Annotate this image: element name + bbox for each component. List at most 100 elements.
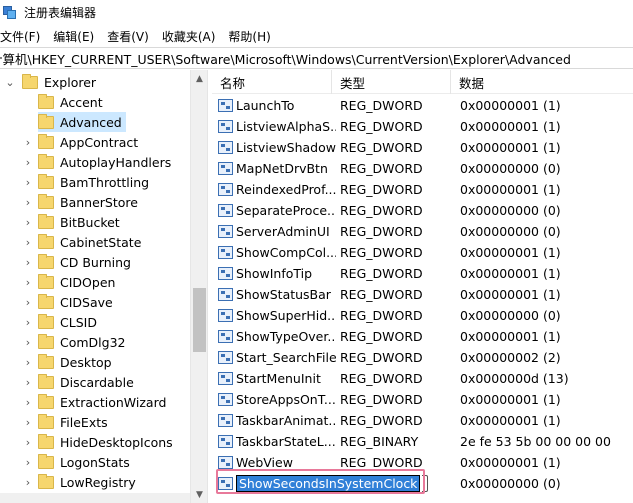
values-list[interactable]: 名称 类型 数据 LaunchTo REG_DWORD 0x00000001 (1)… [212, 70, 633, 503]
tree-item-label: BannerStore [60, 194, 138, 210]
tree-item-appcontract[interactable]: › AppContract [22, 132, 206, 152]
column-header-data[interactable]: 数据 [451, 70, 633, 94]
tree-item-lowregistry[interactable]: › LowRegistry [22, 472, 206, 492]
column-header-type[interactable]: 类型 [332, 70, 451, 94]
chevron-right-icon[interactable]: › [22, 276, 34, 289]
chevron-right-icon[interactable]: › [22, 196, 34, 209]
value-name-cell[interactable]: ShowCompCol... [218, 242, 336, 263]
list-row[interactable]: StartMenuInit REG_DWORD 0x0000000d (13) [212, 368, 633, 389]
value-type-cell: REG_DWORD [340, 161, 423, 176]
list-row[interactable]: ListviewShadow REG_DWORD 0x00000001 (1) [212, 137, 633, 158]
value-name-cell[interactable]: TaskbarStateL... [218, 431, 336, 452]
dword-value-icon [218, 393, 233, 406]
tree-item-accent[interactable]: Accent [22, 92, 206, 112]
tree-item-cidopen[interactable]: › CIDOpen [22, 272, 206, 292]
value-name-cell[interactable]: ListviewAlphaS... [218, 116, 336, 137]
tree-item-hidedesktopicons[interactable]: › HideDesktopIcons [22, 432, 206, 452]
list-row[interactable]: SeparateProce... REG_DWORD 0x00000000 (0) [212, 200, 633, 221]
tree-item-advanced[interactable]: Advanced [22, 112, 206, 132]
list-row[interactable]: MapNetDrvBtn REG_DWORD 0x00000000 (0) [212, 158, 633, 179]
list-row[interactable]: ShowTypeOver... REG_DWORD 0x00000001 (1) [212, 326, 633, 347]
address-bar[interactable]: 计算机\HKEY_CURRENT_USER\Software\Microsoft… [0, 47, 633, 69]
value-name-cell[interactable]: Start_SearchFiles [218, 347, 336, 368]
chevron-right-icon[interactable]: › [22, 136, 34, 149]
list-row[interactable]: ServerAdminUI REG_DWORD 0x00000000 (0) [212, 221, 633, 242]
value-name-cell[interactable]: ShowSuperHid... [218, 305, 336, 326]
tree-item-comdlg32[interactable]: › ComDlg32 [22, 332, 206, 352]
column-header-name[interactable]: 名称 [212, 70, 332, 94]
value-type-cell: REG_DWORD [340, 287, 423, 302]
tree-item-label: Accent [60, 94, 103, 110]
list-row[interactable]: LaunchTo REG_DWORD 0x00000001 (1) [212, 95, 633, 116]
tree-scrollbar[interactable]: ▲ ▼ [190, 70, 207, 503]
chevron-right-icon[interactable]: › [22, 416, 34, 429]
list-row[interactable]: Start_SearchFiles REG_DWORD 0x00000002 (2) [212, 347, 633, 368]
tree-item-clsid[interactable]: › CLSID [22, 312, 206, 332]
tree-item-logonstats[interactable]: › LogonStats [22, 452, 206, 472]
list-row[interactable]: TaskbarAnimat... REG_DWORD 0x00000001 (1) [212, 410, 633, 431]
value-name-cell[interactable]: LaunchTo [218, 95, 336, 116]
list-row[interactable]: ShowCompCol... REG_DWORD 0x00000001 (1) [212, 242, 633, 263]
list-row[interactable]: ShowSuperHid... REG_DWORD 0x00000000 (0) [212, 305, 633, 326]
value-name-cell[interactable]: TaskbarAnimat... [218, 410, 336, 431]
value-name-cell[interactable]: ListviewShadow [218, 137, 336, 158]
chevron-right-icon[interactable]: › [22, 256, 34, 269]
tree-item-cd-burning[interactable]: › CD Burning [22, 252, 206, 272]
tree-item-bannerstore[interactable]: › BannerStore [22, 192, 206, 212]
list-row[interactable]: StoreAppsOnT... REG_DWORD 0x00000001 (1) [212, 389, 633, 410]
menu-favorites[interactable]: 收藏夹(A) [162, 28, 223, 45]
chevron-right-icon[interactable]: › [22, 236, 34, 249]
tree-item-fileexts[interactable]: › FileExts [22, 412, 206, 432]
chevron-right-icon[interactable]: › [22, 476, 34, 489]
chevron-right-icon[interactable]: › [22, 156, 34, 169]
chevron-right-icon[interactable]: › [22, 216, 34, 229]
tree-item-autoplayhandlers[interactable]: › AutoplayHandlers [22, 152, 206, 172]
tree-item-label: BitBucket [60, 214, 120, 230]
list-row[interactable]: ReindexedProf... REG_DWORD 0x00000001 (1) [212, 179, 633, 200]
value-name-cell[interactable]: StartMenuInit [218, 368, 336, 389]
tree-item-bamthrottling[interactable]: › BamThrottling [22, 172, 206, 192]
tree-item-cabinetstate[interactable]: › CabinetState [22, 232, 206, 252]
value-name-cell[interactable]: ShowTypeOver... [218, 326, 336, 347]
menu-help[interactable]: 帮助(H) [228, 28, 277, 45]
value-name-cell[interactable]: MapNetDrvBtn [218, 158, 336, 179]
list-row[interactable]: ListviewAlphaS... REG_DWORD 0x00000001 (1) [212, 116, 633, 137]
tree-horizontal-scrollbar[interactable] [0, 493, 190, 503]
value-name-cell[interactable]: StoreAppsOnT... [218, 389, 336, 410]
tree-item-bitbucket[interactable]: › BitBucket [22, 212, 206, 232]
tree-item-desktop[interactable]: › Desktop [22, 352, 206, 372]
tree-item-discardable[interactable]: › Discardable [22, 372, 206, 392]
tree-item-explorer[interactable]: ⌄ Explorer [4, 72, 194, 92]
chevron-right-icon[interactable]: › [22, 356, 34, 369]
chevron-right-icon[interactable]: › [22, 376, 34, 389]
menu-file[interactable]: 文件(F) [0, 28, 47, 45]
value-name-cell[interactable]: ReindexedProf... [218, 179, 336, 200]
folder-icon [38, 133, 54, 149]
scrollbar-thumb[interactable] [193, 288, 206, 352]
chevron-right-icon[interactable]: › [22, 176, 34, 189]
menu-view[interactable]: 查看(V) [107, 28, 156, 45]
list-row[interactable]: ShowStatusBar REG_DWORD 0x00000001 (1) [212, 284, 633, 305]
chevron-right-icon[interactable]: › [22, 336, 34, 349]
chevron-right-icon[interactable]: › [22, 396, 34, 409]
value-name-cell[interactable]: ShowInfoTip [218, 263, 336, 284]
tree-item-cidsave[interactable]: › CIDSave [22, 292, 206, 312]
scroll-down-icon[interactable]: ▼ [191, 486, 208, 503]
list-row[interactable]: ShowInfoTip REG_DWORD 0x00000001 (1) [212, 263, 633, 284]
value-type-cell: REG_DWORD [340, 140, 423, 155]
address-path[interactable]: 计算机\HKEY_CURRENT_USER\Software\Microsoft… [0, 49, 571, 68]
value-name-cell[interactable]: ServerAdminUI [218, 221, 336, 242]
registry-tree[interactable]: ⌄ Explorer Accent Advanced › AppContract › Au… [0, 70, 206, 503]
chevron-right-icon[interactable]: › [22, 436, 34, 449]
dword-value-icon [218, 225, 233, 238]
list-row[interactable]: TaskbarStateL... REG_BINARY 2e fe 53 5b 00… [212, 431, 633, 452]
value-name-cell[interactable]: ShowStatusBar [218, 284, 336, 305]
chevron-right-icon[interactable]: › [22, 296, 34, 309]
tree-item-extractionwizard[interactable]: › ExtractionWizard [22, 392, 206, 412]
chevron-down-icon[interactable]: ⌄ [4, 76, 16, 89]
scroll-up-icon[interactable]: ▲ [191, 70, 208, 87]
value-name-cell[interactable]: SeparateProce... [218, 200, 336, 221]
menu-edit[interactable]: 编辑(E) [53, 28, 101, 45]
chevron-right-icon[interactable]: › [22, 456, 34, 469]
chevron-right-icon[interactable]: › [22, 316, 34, 329]
